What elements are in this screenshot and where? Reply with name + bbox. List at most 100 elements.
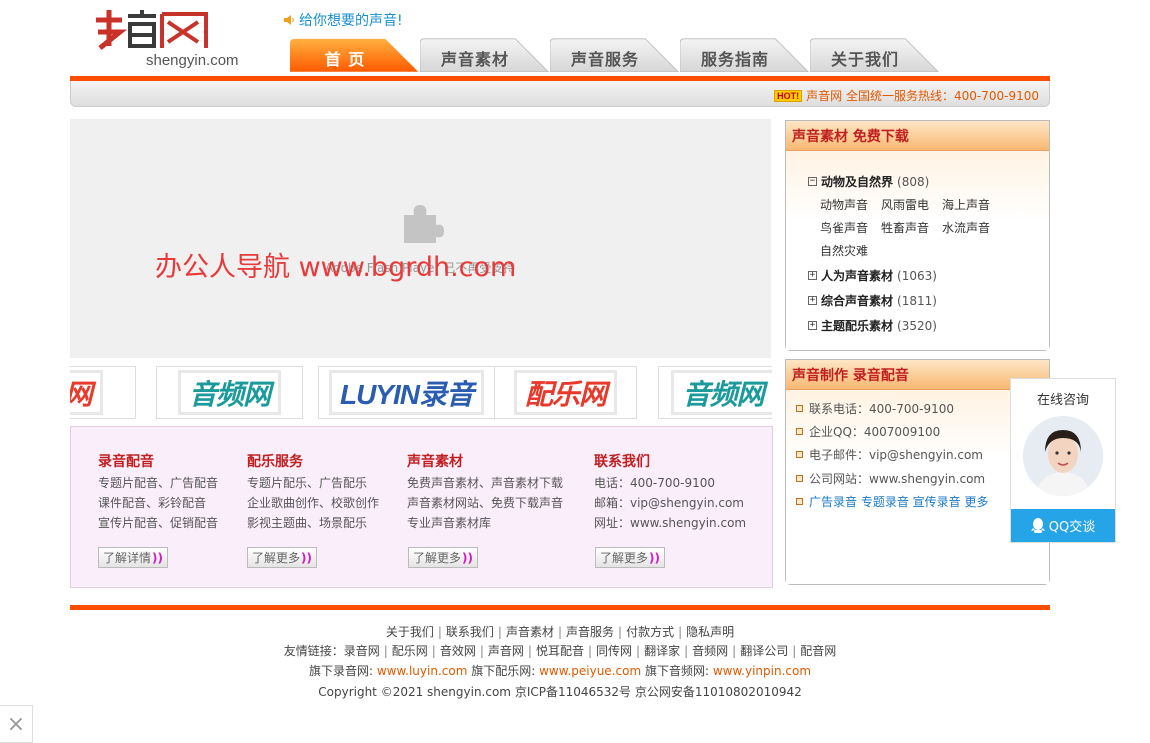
watermark-text: 办公人导航 www.bgrdh.com <box>155 252 517 283</box>
site-link[interactable]: www.luyin.com <box>377 664 468 678</box>
tab-about[interactable]: 关于我们 <box>810 38 940 77</box>
friend-link[interactable]: 录音网 <box>344 644 380 658</box>
service-line[interactable]: 专业声音素材库 <box>407 513 563 533</box>
qq-title: 在线咨询 <box>1036 393 1089 408</box>
category-leaf[interactable]: 风雨雷电 <box>881 194 942 217</box>
main-nav: 首 页 声音素材 声音服务 服务指南 关于我们 <box>290 38 940 77</box>
service-line[interactable]: 影视主题曲、场景配乐 <box>247 513 379 533</box>
service-line[interactable]: 专题片配乐、广告配乐 <box>247 473 379 493</box>
slogan-text: 给你想要的声音! <box>299 13 403 29</box>
service-title[interactable]: 联系我们 <box>594 451 746 471</box>
expand-icon[interactable]: + <box>808 271 817 280</box>
partner-logo[interactable]: 音频网 <box>658 366 772 419</box>
service-title[interactable]: 配乐服务 <box>247 451 379 471</box>
service-line[interactable]: 企业歌曲创作、校歌创作 <box>247 493 379 513</box>
learn-more-button[interactable]: 了解详情)) <box>98 547 168 568</box>
category-leaf[interactable]: 海上声音 <box>942 194 1003 217</box>
service-title[interactable]: 录音配音 <box>98 451 218 471</box>
footer-links: 关于我们 | 联系我们 | 声音素材 | 声音服务 | 付款方式 | 隐私声明 <box>385 625 735 639</box>
partner-logo[interactable]: LUYIN录音 <box>318 366 495 419</box>
friend-link[interactable]: 音频网 <box>692 644 728 658</box>
service-title[interactable]: 声音素材 <box>407 451 563 471</box>
service-contact: 联系我们 电话：400-700-9100 邮箱：vip@shengyin.com… <box>594 451 746 533</box>
category-node[interactable]: + 主题配乐素材 (3520) <box>808 313 1003 338</box>
footer-link[interactable]: 联系我们 <box>446 625 494 639</box>
arrow-icon: )) <box>462 550 473 565</box>
friend-link[interactable]: 配音网 <box>800 644 836 658</box>
tab-guide[interactable]: 服务指南 <box>680 38 810 77</box>
contact-qq: 企业QQ：4007009100 <box>796 423 940 440</box>
footer-link[interactable]: 声音素材 <box>506 625 554 639</box>
category-node[interactable]: − 动物及自然界 (808) <box>808 169 1003 194</box>
category-leaf[interactable]: 自然灾难 <box>820 240 881 263</box>
hotline-bar: HOT! 声音网 全国统一服务热线：400-700-9100 <box>70 81 1050 107</box>
footer-link[interactable]: 隐私声明 <box>686 625 734 639</box>
contact-website[interactable]: 公司网站：www.shengyin.com <box>796 470 985 487</box>
hot-badge: HOT! <box>774 89 803 102</box>
learn-more-button[interactable]: 了解更多)) <box>595 547 665 568</box>
category-node[interactable]: + 人为声音素材 (1063) <box>808 263 1003 288</box>
service-line[interactable]: 专题片配音、广告配音 <box>98 473 218 493</box>
service-recording: 录音配音 专题片配音、广告配音 课件配音、彩铃配音 宣传片配音、促销配音 <box>98 451 218 533</box>
friend-link[interactable]: 配乐网 <box>392 644 428 658</box>
service-line[interactable]: 声音素材网站、免费下载声音 <box>407 493 563 513</box>
hotline: HOT! 声音网 全国统一服务热线：400-700-9100 <box>774 87 1039 104</box>
footer-link[interactable]: 声音服务 <box>566 625 614 639</box>
qq-chat-button[interactable]: QQ交谈 <box>1011 509 1115 542</box>
expand-icon[interactable]: + <box>808 296 817 305</box>
partner-logo[interactable]: ...网 <box>70 366 136 419</box>
materials-panel: 声音素材 免费下载 − 动物及自然界 (808) 动物声音 风雨雷电 海上声音 鸟… <box>785 120 1050 351</box>
bullet-icon <box>796 475 803 482</box>
friend-link[interactable]: 音效网 <box>440 644 476 658</box>
friend-link[interactable]: 翻译家 <box>644 644 680 658</box>
service-music: 配乐服务 专题片配乐、广告配乐 企业歌曲创作、校歌创作 影视主题曲、场景配乐 <box>247 451 379 533</box>
service-line: 网址：www.shengyin.com <box>594 516 747 530</box>
partner-logo[interactable]: 配乐网 <box>494 366 637 419</box>
footer-link[interactable]: 付款方式 <box>626 625 674 639</box>
category-leaf[interactable]: 鸟雀声音 <box>820 217 881 240</box>
learn-more-button[interactable]: 了解更多)) <box>408 547 478 568</box>
partner-logo-strip: ...网 音频网 LUYIN录音 配乐网 音频网 <box>70 366 772 419</box>
speaker-icon <box>284 15 294 25</box>
contact-email[interactable]: 电子邮件：vip@shengyin.com <box>796 446 983 463</box>
friend-link[interactable]: 同传网 <box>596 644 632 658</box>
learn-more-button[interactable]: 了解更多)) <box>247 547 317 568</box>
footer-link[interactable]: 关于我们 <box>386 625 434 639</box>
contact-phone: 联系电话：400-700-9100 <box>796 400 954 417</box>
bullet-icon <box>796 405 803 412</box>
category-leaf[interactable]: 牲畜声音 <box>881 217 942 240</box>
site-label: 旗下录音网: <box>308 664 373 678</box>
close-icon[interactable]: × <box>0 705 33 743</box>
category-leaf[interactable]: 水流声音 <box>942 217 1003 240</box>
logo-graphic <box>96 10 208 50</box>
site-link[interactable]: www.yinpin.com <box>713 664 811 678</box>
tab-materials[interactable]: 声音素材 <box>420 38 550 77</box>
service-line[interactable]: 宣传片配音、促销配音 <box>98 513 218 533</box>
bullet-icon <box>796 451 803 458</box>
production-links[interactable]: 广告录音 专题录音 宣传录音 更多 <box>796 493 988 510</box>
friend-link[interactable]: 声音网 <box>488 644 524 658</box>
tab-services[interactable]: 声音服务 <box>550 38 680 77</box>
partner-logo[interactable]: 音频网 <box>156 366 303 419</box>
friend-link[interactable]: 翻译公司 <box>740 644 788 658</box>
avatar <box>1023 416 1103 496</box>
qq-consult-widget: 在线咨询 QQ交谈 <box>1010 378 1116 543</box>
category-tree: − 动物及自然界 (808) 动物声音 风雨雷电 海上声音 鸟雀声音 牲畜声音 水… <box>786 151 1049 350</box>
qq-penguin-icon <box>1030 518 1045 533</box>
hotline-text: 声音网 全国统一服务热线：400-700-9100 <box>806 89 1039 103</box>
service-line[interactable]: 免费声音素材、声音素材下载 <box>407 473 563 493</box>
site-link[interactable]: www.peiyue.com <box>539 664 641 678</box>
expand-icon[interactable]: + <box>808 321 817 330</box>
logo-domain: shengyin.com <box>146 52 239 69</box>
footer-bar <box>70 605 1050 610</box>
collapse-icon[interactable]: − <box>808 177 817 186</box>
category-leaf[interactable]: 动物声音 <box>820 194 881 217</box>
service-line[interactable]: 课件配音、彩铃配音 <box>98 493 218 513</box>
tab-home[interactable]: 首 页 <box>290 38 420 77</box>
site-logo[interactable]: shengyin.com <box>92 6 239 69</box>
arrow-icon: )) <box>152 550 163 565</box>
friend-link[interactable]: 悦耳配音 <box>536 644 584 658</box>
service-line: 邮箱：vip@shengyin.com <box>594 496 745 510</box>
category-node[interactable]: + 综合声音素材 (1811) <box>808 288 1003 313</box>
flash-placeholder: Adobe Flash Player 已不再受支持 办公人导航 www.bgrd… <box>70 119 771 358</box>
